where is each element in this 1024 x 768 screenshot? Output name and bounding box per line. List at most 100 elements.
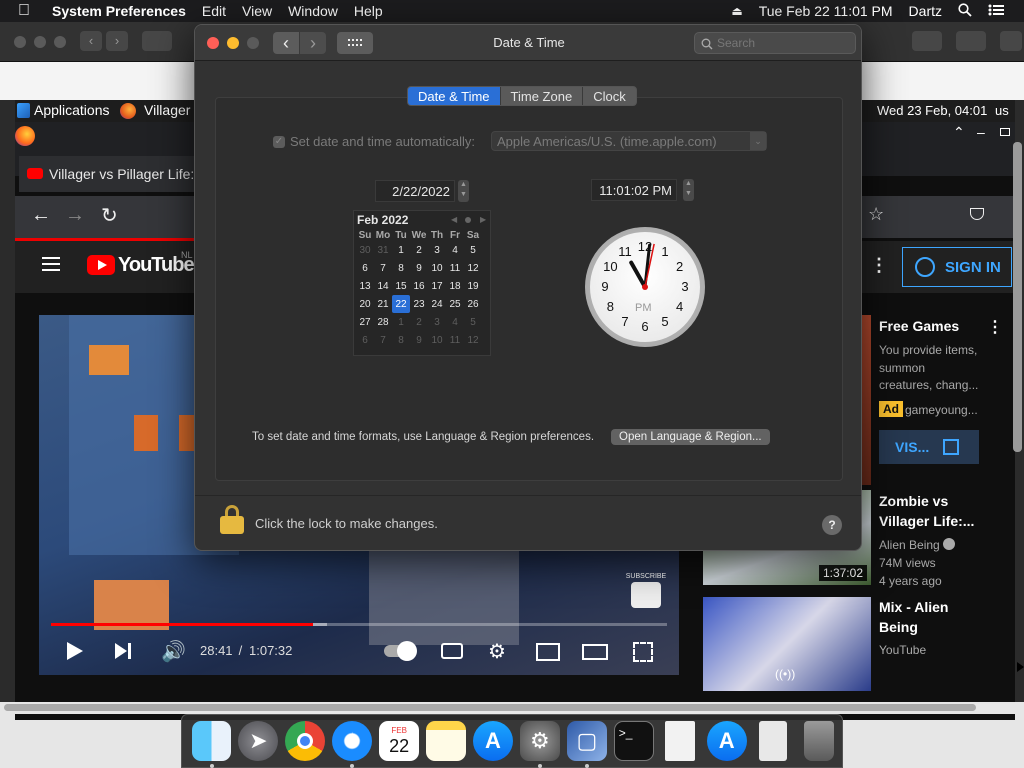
date-field[interactable]: 2/22/2022 [375,180,455,202]
applications-menu[interactable]: Applications [34,102,110,118]
search-field[interactable]: Search [694,32,856,54]
window-maximize-icon[interactable] [1000,128,1010,136]
ad-visit-button[interactable]: VIS... [879,430,979,464]
calendar-day[interactable]: 8 [392,331,410,349]
calendar-day[interactable]: 9 [410,259,428,277]
calendar-day[interactable]: 18 [446,277,464,295]
chrome-icon[interactable] [285,721,326,761]
calendar-day[interactable]: 5 [464,241,482,259]
calendar-day[interactable]: 2 [410,241,428,259]
calendar-day[interactable]: 22 [392,295,410,313]
time-stepper[interactable]: ▲ ▼ [683,179,694,201]
open-language-region-button[interactable]: Open Language & Region... [611,429,770,445]
terminal-icon[interactable]: >_ [613,721,654,761]
browser-forward-icon[interactable]: → [65,204,85,227]
disk-image-icon[interactable] [759,721,788,761]
video-title-1-line-1[interactable]: Zombie vs [879,493,948,509]
ad-title[interactable]: Free Games [879,318,959,334]
calendar-day[interactable]: 7 [374,331,392,349]
subscribe-watermark[interactable]: SUBSCRIBE [625,573,667,615]
calendar-day[interactable]: 23 [410,295,428,313]
trash-icon[interactable] [804,721,834,761]
calendar-day[interactable]: 11 [446,259,464,277]
share-icon[interactable] [912,31,942,51]
virtualbox-icon[interactable]: ▢ [566,721,607,768]
tab-date-time[interactable]: Date & Time [408,87,501,105]
add-tab-icon[interactable] [1000,31,1022,51]
minimize-light-inactive[interactable] [34,36,46,48]
auto-time-checkbox[interactable]: ✓ [273,136,285,148]
menu-help[interactable]: Help [346,3,391,19]
firefox-taskbar-item[interactable]: Villager v [144,102,201,118]
menu-window[interactable]: Window [280,3,346,19]
tab-time-zone[interactable]: Time Zone [501,87,584,105]
calendar-day[interactable]: 11 [446,331,464,349]
eject-icon[interactable]: ⏏ [723,4,750,18]
calendar-icon[interactable]: FEB 22 [379,721,420,761]
calendar-day[interactable]: 6 [356,259,374,277]
menubar-clock[interactable]: Tue Feb 22 11:01 PM [751,3,901,19]
calendar-day[interactable]: 12 [464,259,482,277]
mix-thumbnail[interactable]: ((•)) [703,597,871,691]
app-store-icon-2[interactable]: A [706,721,747,761]
finder-icon[interactable] [191,721,232,768]
pocket-icon[interactable] [970,208,984,220]
captions-icon[interactable] [441,643,463,659]
next-icon[interactable] [115,643,127,659]
calendar-day[interactable]: 28 [374,313,392,331]
back-nav-icon[interactable]: ‹ [80,31,102,51]
notes-icon[interactable] [426,721,467,761]
calendar-day[interactable]: 8 [392,259,410,277]
firefox-task-icon[interactable] [120,103,136,119]
lock-icon[interactable] [220,505,244,535]
play-icon[interactable] [67,642,83,660]
zoom-light-inactive[interactable] [54,36,66,48]
sidebar-toggle-icon[interactable] [142,31,172,51]
ad-more-icon[interactable]: ⋮ [987,317,1003,337]
calendar-day[interactable]: 25 [446,295,464,313]
text-document-icon[interactable] [665,721,696,761]
calendar-day[interactable]: 10 [428,259,446,277]
more-options-icon[interactable]: ⋮ [870,255,888,276]
calendar[interactable]: Feb 2022 ◀ ▶ Su Mo Tu We Th Fr Sa 30 31 1 2… [353,210,491,356]
help-button[interactable]: ? [822,515,842,535]
browser-back-icon[interactable]: ← [31,204,51,227]
calendar-day[interactable]: 19 [464,277,482,295]
horizontal-scrollbar-thumb[interactable] [4,704,976,711]
calendar-day[interactable]: 13 [356,277,374,295]
calendar-day[interactable]: 12 [464,331,482,349]
window-chevron-up-icon[interactable]: ⌃ [953,124,965,141]
calendar-day[interactable]: 3 [428,313,446,331]
calendar-day[interactable]: 5 [464,313,482,331]
settings-gear-icon[interactable]: ⚙ [488,639,506,664]
launchpad-icon[interactable]: ➤ [238,721,279,761]
sign-in-button[interactable]: SIGN IN [902,247,1012,287]
close-light-inactive[interactable] [14,36,26,48]
vertical-scrollbar[interactable] [1013,142,1022,452]
menu-app-name[interactable]: System Preferences [44,3,194,19]
calendar-day[interactable]: 31 [374,241,392,259]
video-title-1-line-2[interactable]: Villager Life:... [879,513,974,529]
calendar-day[interactable]: 24 [428,295,446,313]
menubar-user[interactable]: Dartz [901,3,950,19]
calendar-day[interactable]: 16 [410,277,428,295]
calendar-day[interactable]: 1 [392,241,410,259]
theater-mode-icon[interactable] [582,644,608,660]
calendar-day[interactable]: 6 [356,331,374,349]
calendar-day[interactable]: 4 [446,241,464,259]
system-preferences-icon[interactable]: ⚙ [519,721,560,768]
calendar-day[interactable]: 3 [428,241,446,259]
calendar-next-icon[interactable]: ▶ [480,215,486,224]
applications-icon[interactable] [17,103,30,118]
video-channel-1[interactable]: Alien Being [879,538,940,552]
calendar-day[interactable]: 27 [356,313,374,331]
control-center-icon[interactable] [980,3,1024,19]
menu-view[interactable]: View [234,3,280,19]
calendar-today-icon[interactable] [465,217,471,223]
app-store-icon[interactable]: A [473,721,513,761]
calendar-day[interactable]: 15 [392,277,410,295]
volume-icon[interactable]: 🔊 [161,639,186,664]
ubuntu-clock[interactable]: Wed 23 Feb, 04:01 [877,103,987,118]
browser-reload-icon[interactable]: ↻ [101,203,118,228]
mix-title-line-2[interactable]: Being [879,619,918,635]
